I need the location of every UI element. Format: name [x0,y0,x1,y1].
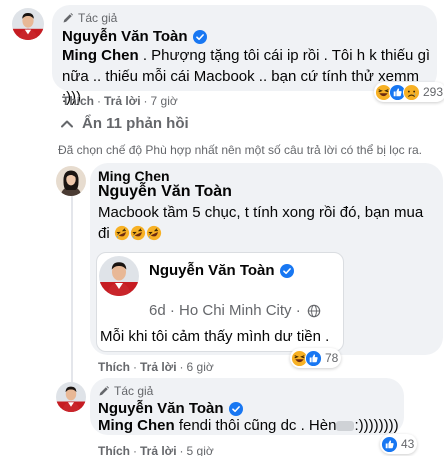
filter-note: Đã chọn chế độ Phù hợp nhất nên một số c… [58,143,422,157]
comment-text-line1: . Phượng tặng tôi cái ip rồi . Tôi h k t… [138,47,431,64]
pen-icon [62,12,74,24]
hide-replies-toggle[interactable]: Ẩn 11 phản hồi [60,115,189,132]
reaction-summary[interactable]: 293 [374,82,444,102]
reaction-summary[interactable]: 78 [290,348,342,368]
comment-author-name[interactable]: Nguyễn Văn Toàn [62,28,188,45]
shared-post-meta: 6d · Ho Chi Minh City · [149,302,321,319]
avatar-nguyen-van-toan[interactable] [56,382,86,412]
like-button[interactable]: Thích [98,360,130,374]
reaction-summary[interactable]: 43 [380,434,418,454]
like-button[interactable]: Thích [98,444,130,456]
mention-link[interactable]: Ming Chen [98,417,175,434]
verified-badge-icon [280,264,294,278]
comment-timestamp[interactable]: 6 giờ [187,360,214,374]
thread-line [71,195,73,387]
like-button[interactable]: Thích [62,94,94,108]
avatar-nguyen-van-toan[interactable] [99,256,139,296]
rofl-icon [130,225,146,241]
comment-timestamp[interactable]: 5 giờ [187,444,214,456]
mention-link[interactable]: Ming Chen [62,47,139,64]
comment-timestamp[interactable]: 7 giờ [151,94,178,108]
author-badge-label: Tác giả [114,384,154,398]
like-icon [305,350,322,367]
rofl-icon [146,225,162,241]
sad-icon [403,84,420,101]
reply-text-before: fendi thôi cũng dc . Hèn [174,417,337,434]
author-badge-label: Tác giả [78,11,118,25]
reaction-count: 78 [325,351,339,365]
reaction-count: 43 [401,437,415,451]
author-badge: Tác giả [98,384,153,398]
reply-button[interactable]: Trả lời [140,360,177,374]
reply-button[interactable]: Trả lời [104,94,141,108]
rofl-icon [114,225,130,241]
shared-post-author[interactable]: Nguyễn Văn Toàn [149,262,275,279]
reply-text-after: :)))))))) [354,417,399,434]
reply-text-line2: đi [98,225,110,242]
avatar-nguyen-van-toan[interactable] [12,8,44,40]
verified-badge-icon [193,30,207,44]
mention-link[interactable]: Nguyễn Văn Toàn [98,183,232,200]
reply-text: Nguyễn Văn Toàn Macbook tầm 5 chục, t tí… [98,181,440,244]
pen-icon [98,385,110,397]
author-badge: Tác giả [62,11,117,25]
reply-text: Ming Chen fendi thôi cũng dc . Hèn:)))))… [98,415,403,436]
shared-post-meta-text: 6d · Ho Chi Minh City · [149,302,301,319]
avatar-ming-chen[interactable] [56,166,86,196]
reply-text-line1: Macbook tầm 5 chục, t tính xong rồi đó, … [98,204,424,221]
chevron-up-icon [61,120,73,127]
reaction-count: 293 [423,85,444,99]
reply-button[interactable]: Trả lời [140,444,177,456]
blurred-text [336,421,355,432]
like-icon [381,436,398,453]
globe-icon [307,304,321,318]
shared-post-text: Mỗi khi tôi cảm thấy mình dư tiền . [100,328,330,345]
hide-replies-label: Ẩn 11 phản hồi [82,115,189,132]
verified-badge-icon [229,402,243,416]
